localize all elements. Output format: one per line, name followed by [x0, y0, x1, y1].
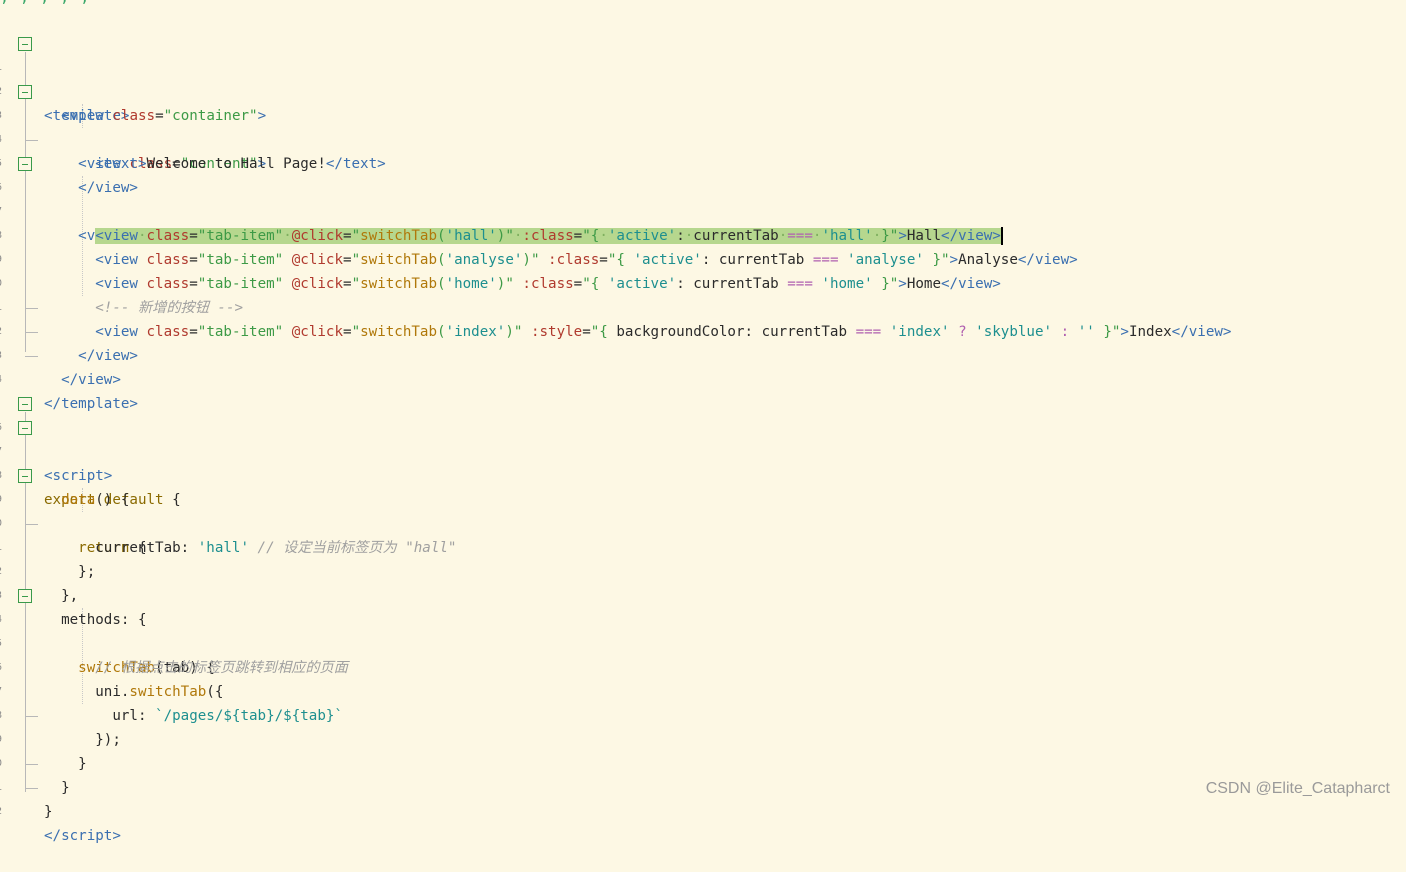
fold-toggle-icon[interactable] [18, 469, 32, 483]
code-line[interactable]: 1 <template> [0, 32, 1406, 124]
code-line[interactable]: 6 <script> [0, 392, 1406, 484]
code-line[interactable]: 2 </view> [0, 296, 1406, 364]
watermark: CSDN @Elite_Catapharct [1205, 780, 1390, 797]
code-line[interactable]: 0 } [0, 728, 1406, 796]
code-line[interactable]: 1 }; [0, 512, 1406, 580]
code-line[interactable]: 4 switchTab(tab) { [0, 584, 1406, 676]
code-line[interactable] [0, 368, 1406, 392]
code-line[interactable]: 6 uni.switchTab({ [0, 632, 1406, 700]
fold-toggle-icon[interactable] [18, 589, 32, 603]
code-line[interactable]: 9 return { [0, 464, 1406, 556]
code-line[interactable]: 7 url: `/pages/${tab}/${tab}` [0, 656, 1406, 724]
code-line[interactable]: 5 </view> [0, 128, 1406, 196]
code-line[interactable]: 8 }); [0, 680, 1406, 748]
fold-toggle-icon[interactable] [18, 157, 32, 171]
code-line[interactable]: 1 } [0, 752, 1406, 820]
fold-toggle-icon[interactable] [18, 85, 32, 99]
code-line[interactable]: 9 } [0, 704, 1406, 772]
code-line[interactable]: 9 <view class="tab-item" @click="switchT… [0, 224, 1406, 292]
code-line[interactable]: 8 <view class="tab-item" @click="switchT… [0, 200, 1406, 268]
fold-toggle-icon[interactable] [18, 37, 32, 51]
code-line[interactable]: 3 <view class="content"> [0, 80, 1406, 172]
code-line[interactable]: 0 <!-- 新增的按钮 --> [0, 248, 1406, 316]
code-line[interactable]: 3 methods: { [0, 560, 1406, 628]
fold-toggle-icon[interactable] [18, 397, 32, 411]
code-line[interactable]: 7 export default { [0, 416, 1406, 508]
code-line[interactable]: 1 <view class="tab-item" @click="switchT… [0, 272, 1406, 340]
code-line[interactable]: 2 </script> [0, 776, 1406, 844]
code-line[interactable]: 4 <text>Welcome to Hall Page!</text> [0, 104, 1406, 172]
code-line[interactable]: 0 currentTab: 'hall' // 设定当前标签页为 "hall" [0, 488, 1406, 556]
code-editor[interactable]: 1 <template> 2 <view class="container"> … [0, 32, 1406, 844]
code-line[interactable]: 4 </template> [0, 344, 1406, 412]
fold-toggle-icon[interactable] [18, 421, 32, 435]
code-line[interactable]: 8 data() { [0, 440, 1406, 508]
code-line[interactable]: 3 </view> [0, 320, 1406, 388]
code-line[interactable]: 5 // 根据点击的标签页跳转到相应的页面 [0, 608, 1406, 676]
code-line-selected[interactable]: 7 <view·class="tab-item"·@click="switchT… [0, 176, 1406, 245]
code-line[interactable]: 2 <view class="container"> [0, 56, 1406, 124]
truncated-top-line: , , , , , [0, 0, 1406, 12]
code-line[interactable]: 2 }, [0, 536, 1406, 604]
code-line[interactable]: 6 <view class="tab-bar"> [0, 152, 1406, 244]
